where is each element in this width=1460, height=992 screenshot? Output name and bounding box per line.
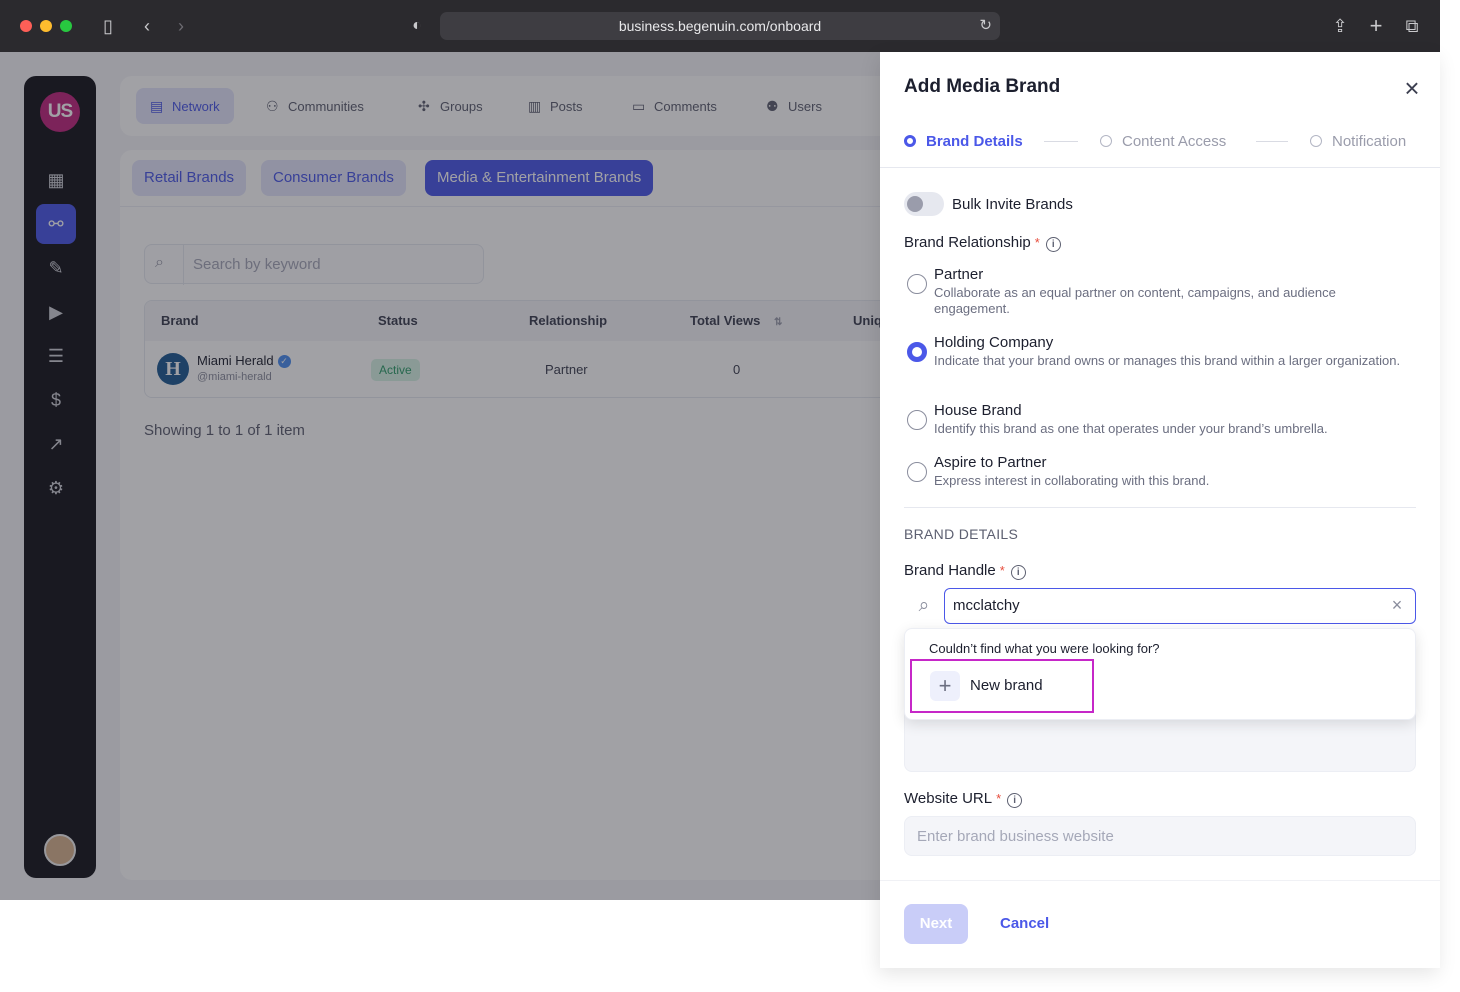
step-connector (1044, 141, 1078, 142)
info-icon[interactable]: i (1010, 565, 1026, 580)
website-url-input[interactable] (917, 817, 1397, 855)
step-brand-details[interactable]: Brand Details (904, 132, 1023, 152)
required-mark: * (996, 791, 1002, 806)
new-brand-button[interactable]: + New brand (910, 659, 1094, 713)
divider (904, 507, 1416, 508)
url-text: business.begenuin.com/onboard (618, 18, 822, 34)
privacy-shield-icon[interactable]: ◐ (405, 14, 429, 38)
share-icon[interactable]: ⇪ (1328, 14, 1352, 38)
step-dot-icon (1100, 135, 1112, 147)
step-content-access[interactable]: Content Access (1100, 132, 1226, 152)
website-url-field[interactable] (904, 816, 1416, 856)
minimize-window-button[interactable] (40, 20, 52, 32)
step-notification[interactable]: Notification (1310, 132, 1406, 152)
browser-titlebar: ▯ ‹ › ◐ business.begenuin.com/onboard ↻ … (0, 0, 1440, 52)
maximize-window-button[interactable] (60, 20, 72, 32)
reload-icon[interactable]: ↻ (979, 12, 992, 40)
close-icon[interactable]: × (1398, 74, 1426, 102)
brand-handle-label: Brand Handle * i (904, 562, 1026, 580)
step-dot-icon (1310, 135, 1322, 147)
step-dot-icon (904, 135, 916, 147)
section-heading: BRAND DETAILS (904, 526, 1019, 542)
next-button[interactable]: Next (904, 904, 968, 944)
add-media-brand-drawer: Add Media Brand × Brand Details Content … (880, 52, 1440, 968)
website-url-label: Website URL * i (904, 790, 1023, 808)
address-bar[interactable]: business.begenuin.com/onboard ↻ (440, 12, 1000, 40)
back-icon[interactable]: ‹ (136, 14, 158, 38)
close-window-button[interactable] (20, 20, 32, 32)
bulk-invite-toggle[interactable] (904, 192, 944, 216)
divider (880, 880, 1440, 881)
info-icon[interactable]: i (1007, 793, 1023, 808)
search-icon: ⌕ (918, 595, 930, 616)
radio-house-brand[interactable] (907, 410, 927, 430)
forward-icon[interactable]: › (170, 14, 192, 38)
handle-suggestions-dropdown: Couldn’t find what you were looking for?… (904, 628, 1416, 720)
new-brand-label: New brand (970, 677, 1043, 694)
bulk-invite-label: Bulk Invite Brands (952, 196, 1073, 213)
info-icon[interactable]: i (1045, 237, 1061, 252)
plus-icon: + (930, 671, 960, 701)
cancel-button[interactable]: Cancel (1000, 904, 1049, 944)
required-mark: * (999, 563, 1005, 578)
toggle-knob (907, 196, 923, 212)
page: ▯ ‹ › ◐ business.begenuin.com/onboard ↻ … (0, 0, 1460, 992)
brand-handle-field[interactable]: × (944, 588, 1416, 624)
tab-overview-icon[interactable]: ⧉ (1400, 14, 1424, 38)
modal-overlay[interactable] (0, 52, 880, 900)
relationship-label: Brand Relationship * i (904, 234, 1061, 252)
no-results-text: Couldn’t find what you were looking for? (929, 641, 1160, 656)
step-connector (1256, 141, 1288, 142)
brand-handle-input[interactable] (953, 589, 1373, 622)
drawer-title: Add Media Brand (904, 76, 1061, 97)
radio-holding-company[interactable] (907, 342, 927, 362)
sidebar-toggle-icon[interactable]: ▯ (96, 14, 120, 38)
clear-icon[interactable]: × (1387, 595, 1407, 615)
radio-partner[interactable] (907, 274, 927, 294)
divider (880, 167, 1440, 168)
radio-aspire-to-partner[interactable] (907, 462, 927, 482)
required-mark: * (1034, 235, 1040, 250)
new-tab-icon[interactable]: + (1364, 14, 1388, 38)
